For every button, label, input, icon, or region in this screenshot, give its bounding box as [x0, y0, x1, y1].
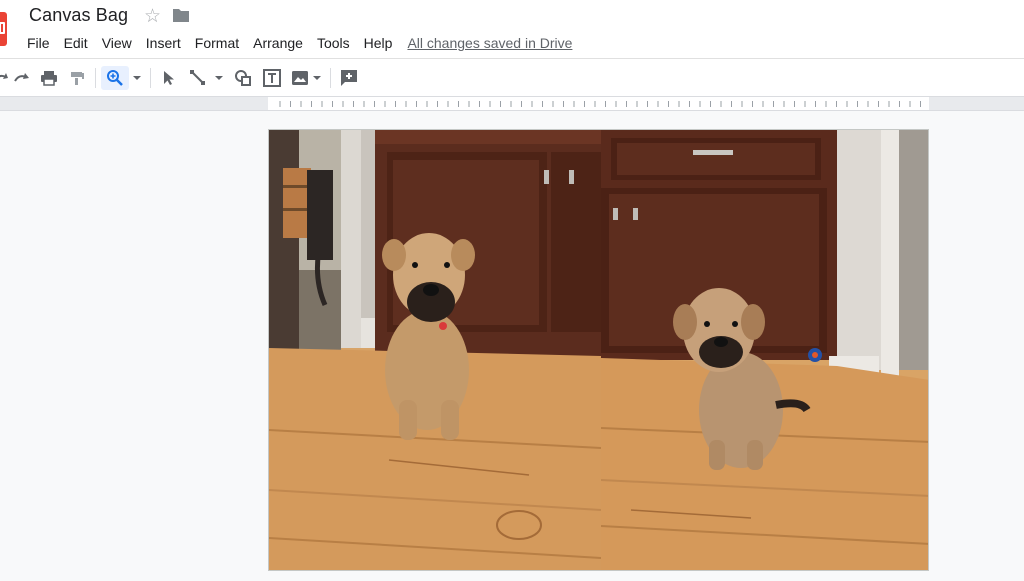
image-icon [292, 71, 308, 85]
line-menu-button[interactable] [212, 66, 226, 90]
image-menu-button[interactable] [311, 66, 323, 90]
ruler-bar [0, 97, 1024, 111]
shape-icon [235, 70, 251, 86]
star-icon[interactable]: ☆ [144, 5, 161, 28]
toolbar-separator [95, 68, 96, 88]
paint-format-icon [71, 72, 84, 85]
drawings-logo-icon[interactable] [0, 12, 7, 46]
folder-icon[interactable] [172, 8, 190, 23]
add-comment-icon [341, 70, 357, 86]
select-icon [164, 71, 174, 85]
image-button[interactable] [289, 66, 311, 90]
menu-insert[interactable]: Insert [139, 33, 188, 53]
menu-view[interactable]: View [95, 33, 139, 53]
horizontal-ruler[interactable] [268, 97, 929, 110]
menu-bar: File Edit View Insert Format Arrange Too… [20, 32, 572, 54]
menu-format[interactable]: Format [188, 33, 246, 53]
drawings-app: Canvas Bag ☆ File Edit View Insert Forma… [0, 0, 1024, 581]
shape-button[interactable] [232, 66, 254, 90]
title-bar: Canvas Bag ☆ File Edit View Insert Forma… [0, 0, 1024, 60]
toolbar-separator [150, 68, 151, 88]
chevron-down-icon [313, 76, 321, 80]
select-button[interactable] [159, 66, 179, 90]
menu-tools[interactable]: Tools [310, 33, 357, 53]
document-title[interactable]: Canvas Bag [29, 5, 128, 26]
save-status-link[interactable]: All changes saved in Drive [407, 35, 572, 51]
print-icon [41, 71, 57, 86]
undo-icon [0, 73, 8, 79]
drawing-canvas[interactable] [268, 129, 929, 571]
line-icon [190, 70, 205, 85]
paint-format-button[interactable] [66, 66, 88, 90]
menu-arrange[interactable]: Arrange [246, 33, 310, 53]
photo-dog-sitting-right[interactable] [601, 130, 928, 570]
drawing-canvas-area [0, 111, 1024, 581]
chevron-down-icon [133, 76, 141, 80]
zoom-menu-button[interactable] [130, 66, 144, 90]
toolbar [0, 59, 1024, 97]
redo-button[interactable] [12, 66, 32, 90]
menu-file[interactable]: File [20, 33, 57, 53]
photo-dog-sitting-left[interactable] [269, 130, 601, 570]
print-button[interactable] [38, 66, 60, 90]
menu-help[interactable]: Help [357, 33, 400, 53]
zoom-icon [107, 70, 123, 86]
undo-button[interactable] [0, 66, 10, 90]
zoom-button[interactable] [101, 66, 129, 90]
add-comment-button[interactable] [338, 66, 360, 90]
chevron-down-icon [215, 76, 223, 80]
menu-edit[interactable]: Edit [57, 33, 95, 53]
line-button[interactable] [186, 66, 210, 90]
toolbar-separator [330, 68, 331, 88]
text-box-button[interactable] [261, 66, 283, 90]
redo-icon [14, 73, 29, 82]
text-box-icon [263, 69, 281, 87]
